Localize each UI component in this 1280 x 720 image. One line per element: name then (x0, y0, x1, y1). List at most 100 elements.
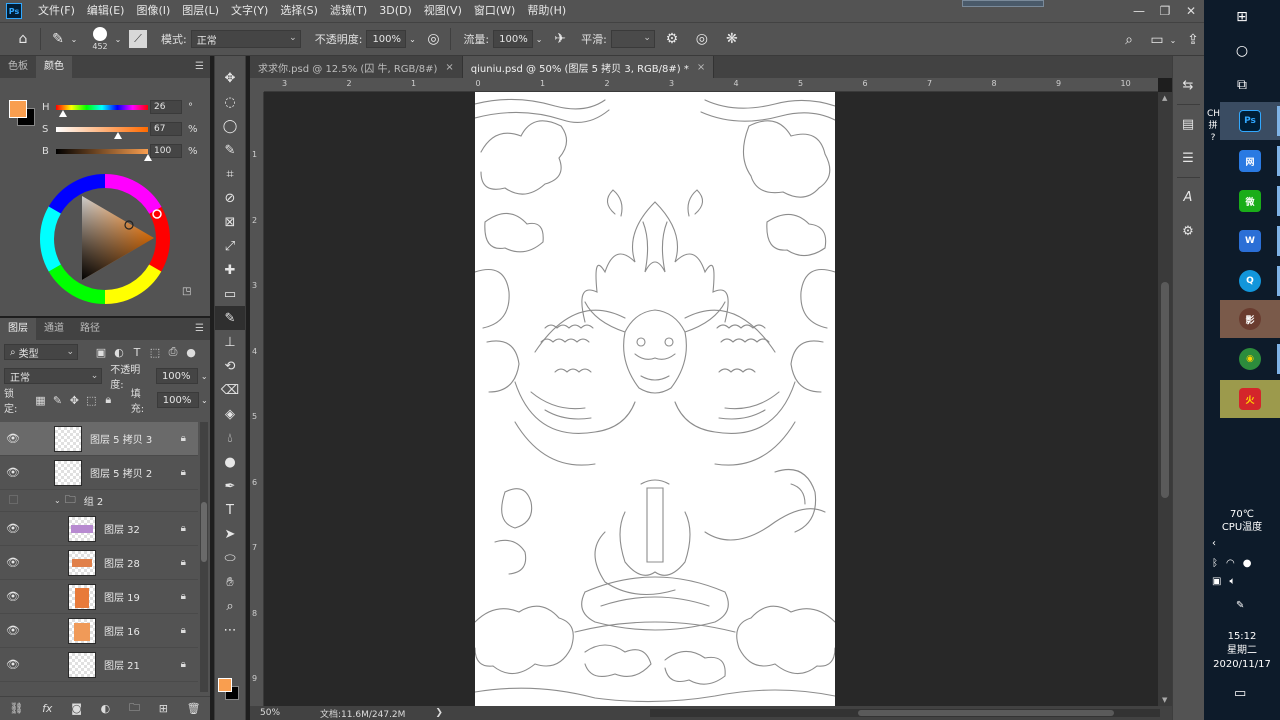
canvas-area[interactable] (264, 92, 1158, 706)
chevron-down-icon[interactable]: ⌄ (69, 28, 79, 50)
layer-opacity-input[interactable]: 100% (155, 368, 199, 384)
eyedropper-tool-icon[interactable]: ⤢ (215, 234, 245, 258)
hue-slider[interactable] (56, 104, 148, 117)
color-wheel[interactable] (40, 174, 170, 304)
layer-row[interactable]: 👁︎ 图层 28 🔒︎ (0, 546, 198, 580)
taskbar-app-video[interactable]: 影 (1220, 300, 1280, 338)
crop-tool-icon[interactable]: ⌗ (215, 162, 245, 186)
filter-shape-icon[interactable]: ⬚ (146, 346, 164, 359)
stamp-tool-icon[interactable]: ⊥ (215, 330, 245, 354)
share-icon[interactable]: ⇪ (1182, 29, 1204, 51)
lock-image-icon[interactable]: ✎ (49, 394, 66, 407)
brightness-input[interactable]: 100 (150, 144, 182, 158)
mode-select[interactable]: 正常 ⌄ (190, 30, 301, 48)
horizontal-scrollbar-thumb[interactable] (858, 710, 1114, 716)
chevron-down-icon[interactable]: ⌄ (54, 496, 61, 505)
scroll-up-icon[interactable]: ▲ (1162, 94, 1167, 102)
layer-row[interactable]: 👁︎ 图层 19 🔒︎ (0, 580, 198, 614)
taskbar-app-wps[interactable]: W (1220, 222, 1280, 260)
folder-icon[interactable]: 🗀 (129, 699, 140, 718)
foreground-color-swatch[interactable] (218, 678, 232, 692)
vertical-scrollbar-thumb[interactable] (1161, 282, 1169, 498)
vertical-scrollbar[interactable]: ▲ ▼ (1158, 92, 1172, 706)
layers-scrollbar[interactable] (200, 422, 208, 692)
taskbar-app-game[interactable]: 火 (1220, 380, 1280, 418)
vertical-ruler[interactable]: 1 2 3 4 5 6 7 8 9 (250, 92, 264, 706)
input-method-indicator[interactable]: CH 拼 ? (1207, 108, 1220, 144)
layer-row[interactable]: 👁︎ 图层 5 拷贝 2 🔒︎ (0, 456, 198, 490)
home-icon[interactable]: ⌂ (12, 28, 34, 50)
filter-pixel-icon[interactable]: ▣ (92, 346, 110, 359)
airbrush-icon[interactable]: ✈ (549, 28, 571, 50)
eye-icon[interactable]: 👁︎ (0, 432, 26, 445)
visibility-toggle[interactable] (0, 494, 26, 507)
pen-tool-icon[interactable]: ✒ (215, 474, 245, 498)
fx-icon[interactable]: fx (42, 702, 52, 715)
menu-filter[interactable]: 滤镜(T) (324, 0, 373, 22)
layers-scrollbar-thumb[interactable] (201, 502, 207, 562)
brightness-slider[interactable] (56, 148, 152, 161)
windows-start-icon[interactable]: ⊞ (1204, 0, 1280, 34)
tab-color[interactable]: 颜色 (36, 56, 72, 78)
brushes-panel-icon[interactable]: ⚙ (1173, 214, 1203, 248)
filter-adjustment-icon[interactable]: ◐ (110, 346, 128, 359)
lock-artboard-icon[interactable]: ⬚ (83, 394, 100, 407)
eye-icon[interactable]: 👁︎ (0, 556, 26, 569)
lasso-tool-icon[interactable]: ◯ (215, 114, 245, 138)
qq-tray-icon[interactable]: ● (1243, 558, 1252, 569)
quick-select-tool-icon[interactable]: ✎ (215, 138, 245, 162)
saturation-input[interactable]: 67 (150, 122, 182, 136)
menu-select[interactable]: 选择(S) (274, 0, 324, 22)
eye-icon[interactable]: 👁︎ (0, 590, 26, 603)
restore-button[interactable]: ❐ (1152, 0, 1178, 22)
blur-tool-icon[interactable]: 💧︎ (215, 426, 245, 450)
volume-icon[interactable]: 🔈︎ (1229, 576, 1235, 587)
filter-smart-object-icon[interactable]: ⎙ (164, 345, 182, 359)
menu-edit[interactable]: 编辑(E) (81, 0, 131, 22)
menu-help[interactable]: 帮助(H) (521, 0, 572, 22)
layer-group-row[interactable]: ⌄ 🗀 组 2 (0, 490, 198, 512)
marquee-tool-icon[interactable]: ◌ (215, 90, 245, 114)
document-tab[interactable]: 求求你.psd @ 12.5% (囚 牛, RGB/8#) × (250, 56, 463, 78)
taskbar-clock[interactable]: 15:12 星期二 2020/11/17 (1204, 630, 1280, 672)
move-tool-icon[interactable]: ✥ (215, 66, 245, 90)
taskbar-app-netdisk[interactable]: 网 (1220, 142, 1280, 180)
status-menu-arrow-icon[interactable]: ❯ (435, 708, 443, 718)
menu-view[interactable]: 视图(V) (418, 0, 468, 22)
hand-tool-icon[interactable]: ✋︎ (215, 570, 245, 594)
lock-all-icon[interactable]: 🔒︎ (100, 393, 117, 407)
chevron-left-icon[interactable]: ‹ (1212, 538, 1216, 549)
pressure-opacity-icon[interactable]: ◎ (422, 28, 444, 50)
cpu-temperature-widget[interactable]: 70℃ CPU温度 (1204, 508, 1280, 534)
chevron-down-icon[interactable]: ⌄ (1168, 29, 1178, 51)
layer-row[interactable]: 👁︎ 图层 5 拷贝 3 🔒︎ (0, 422, 198, 456)
workspace-icon[interactable]: ▭ (1146, 29, 1168, 51)
filter-toggle-icon[interactable]: ● (182, 346, 200, 359)
zoom-level[interactable]: 50% (260, 708, 280, 718)
eye-icon[interactable]: 👁︎ (0, 624, 26, 637)
paint-bucket-tool-icon[interactable]: ◈ (215, 402, 245, 426)
gear-icon[interactable]: ⚙ (661, 28, 683, 50)
layer-filter-select[interactable]: ⌕ 类型 ⌄ (4, 344, 78, 360)
brush-settings-icon[interactable]: ⟋ (129, 30, 147, 48)
layer-row[interactable]: 👁︎ 图层 16 🔒︎ (0, 614, 198, 648)
type-tool-icon[interactable]: T (215, 498, 245, 522)
lock-position-icon[interactable]: ✥ (66, 394, 83, 407)
history-brush-tool-icon[interactable]: ⟲ (215, 354, 245, 378)
chevron-down-icon[interactable]: ⌄ (199, 389, 210, 411)
tab-layers[interactable]: 图层 (0, 318, 36, 340)
close-tab-icon[interactable]: × (445, 62, 453, 73)
blend-mode-select[interactable]: 正常 ⌄ (4, 368, 103, 384)
zoom-tool-icon[interactable]: ⌕ (215, 594, 245, 618)
foreground-color-swatch[interactable] (9, 100, 27, 118)
menu-layer[interactable]: 图层(L) (176, 0, 225, 22)
character-panel-icon[interactable]: A (1173, 180, 1203, 214)
history-panel-icon[interactable]: ⇆ (1173, 68, 1203, 102)
panel-menu-icon[interactable]: ☰ (195, 61, 204, 72)
notification-center-icon[interactable]: ▭ (1234, 686, 1246, 701)
tab-swatches[interactable]: 色板 (0, 56, 36, 78)
layer-row[interactable]: 👁︎ 图层 21 🔒︎ (0, 648, 198, 682)
eye-icon[interactable]: 👁︎ (0, 658, 26, 671)
bluetooth-icon[interactable]: ᛒ (1212, 558, 1218, 569)
eye-icon[interactable]: 👁︎ (0, 522, 26, 535)
